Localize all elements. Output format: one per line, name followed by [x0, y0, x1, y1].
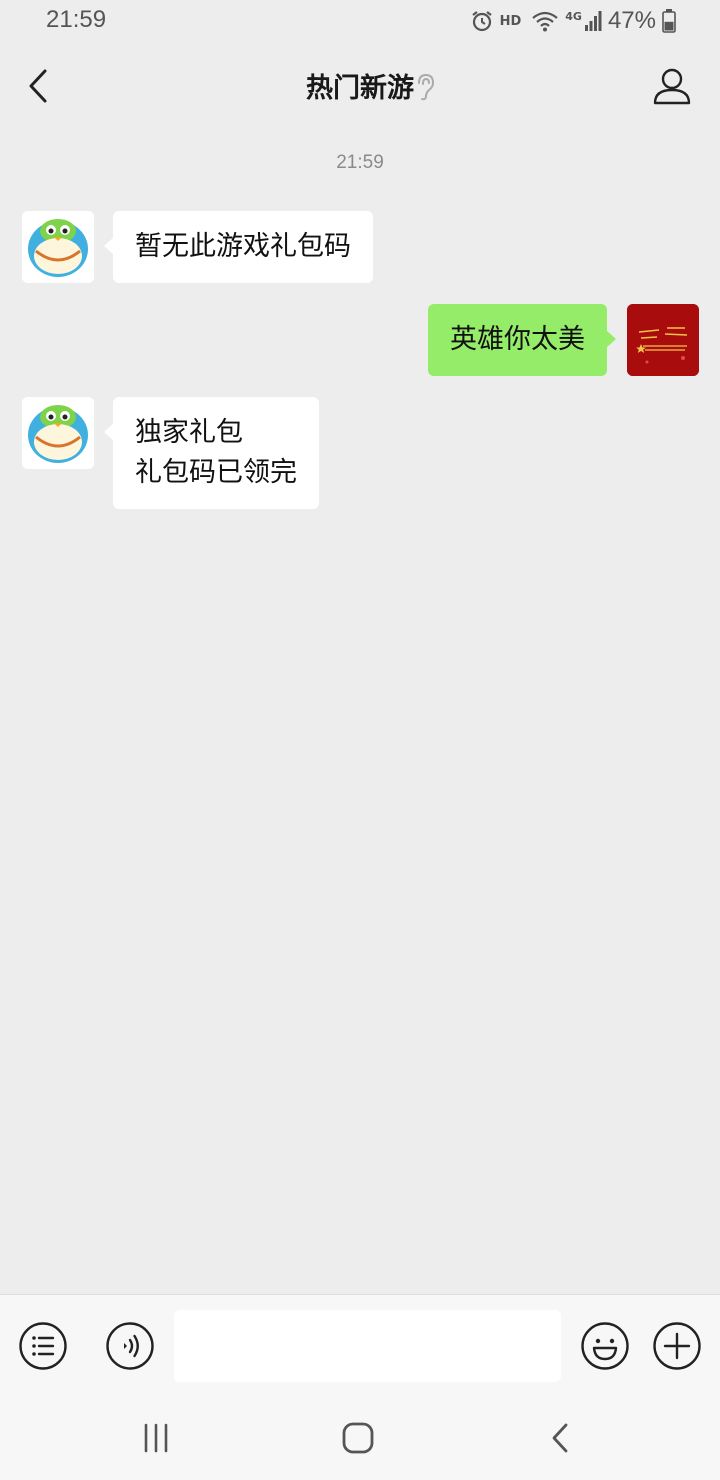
home-icon — [342, 1422, 374, 1454]
more-button[interactable] — [652, 1321, 702, 1371]
back-icon — [552, 1423, 568, 1453]
message-bubble[interactable]: 暂无此游戏礼包码 — [104, 211, 373, 283]
chat-info-button[interactable] — [652, 66, 692, 106]
system-navigation-bar — [0, 1398, 720, 1480]
message-bubble[interactable]: 独家礼包 礼包码已领完 — [104, 397, 319, 509]
recents-button[interactable] — [136, 1420, 176, 1456]
voice-button[interactable] — [105, 1321, 155, 1371]
list-menu-icon — [19, 1322, 67, 1370]
message-input[interactable] — [174, 1310, 561, 1382]
network-type: 4G — [565, 9, 582, 23]
user-avatar-image — [627, 304, 699, 376]
bot-avatar[interactable] — [22, 211, 94, 283]
status-bar: 21:59 HD 4G 47% — [0, 0, 720, 44]
battery-icon — [662, 9, 676, 33]
status-indicators: HD 4G 47% — [470, 6, 676, 36]
signal-icon — [584, 11, 602, 31]
message-timestamp: 21:59 — [336, 152, 384, 173]
person-icon — [653, 68, 691, 105]
input-bar — [0, 1294, 720, 1398]
emoji-button[interactable] — [580, 1321, 630, 1371]
menu-button[interactable] — [18, 1321, 68, 1371]
user-avatar[interactable] — [627, 304, 699, 376]
alarm-icon — [471, 11, 492, 32]
home-button[interactable] — [338, 1420, 378, 1456]
chat-title: 热门新游 — [306, 73, 414, 104]
message-bubble-self[interactable]: 英雄你太美 — [428, 304, 616, 376]
chat-header: 热门新游 — [0, 44, 720, 130]
hd-label: HD — [499, 13, 522, 29]
bird-mascot-icon — [22, 397, 94, 469]
wifi-icon — [532, 11, 558, 32]
status-time: 21:59 — [46, 6, 107, 33]
voice-icon — [106, 1322, 154, 1370]
message-list[interactable]: 21:59 暂无此游戏礼包码 英雄你太美 独家礼包 礼包码已领完 — [0, 130, 720, 1294]
smiley-icon — [581, 1322, 629, 1370]
recents-icon — [144, 1423, 168, 1453]
bird-mascot-icon — [22, 211, 94, 283]
plus-circle-icon — [653, 1322, 701, 1370]
system-back-button[interactable] — [540, 1420, 580, 1456]
ear-icon — [418, 73, 435, 101]
bot-avatar[interactable] — [22, 397, 94, 469]
battery-percent: 47% — [607, 7, 656, 34]
